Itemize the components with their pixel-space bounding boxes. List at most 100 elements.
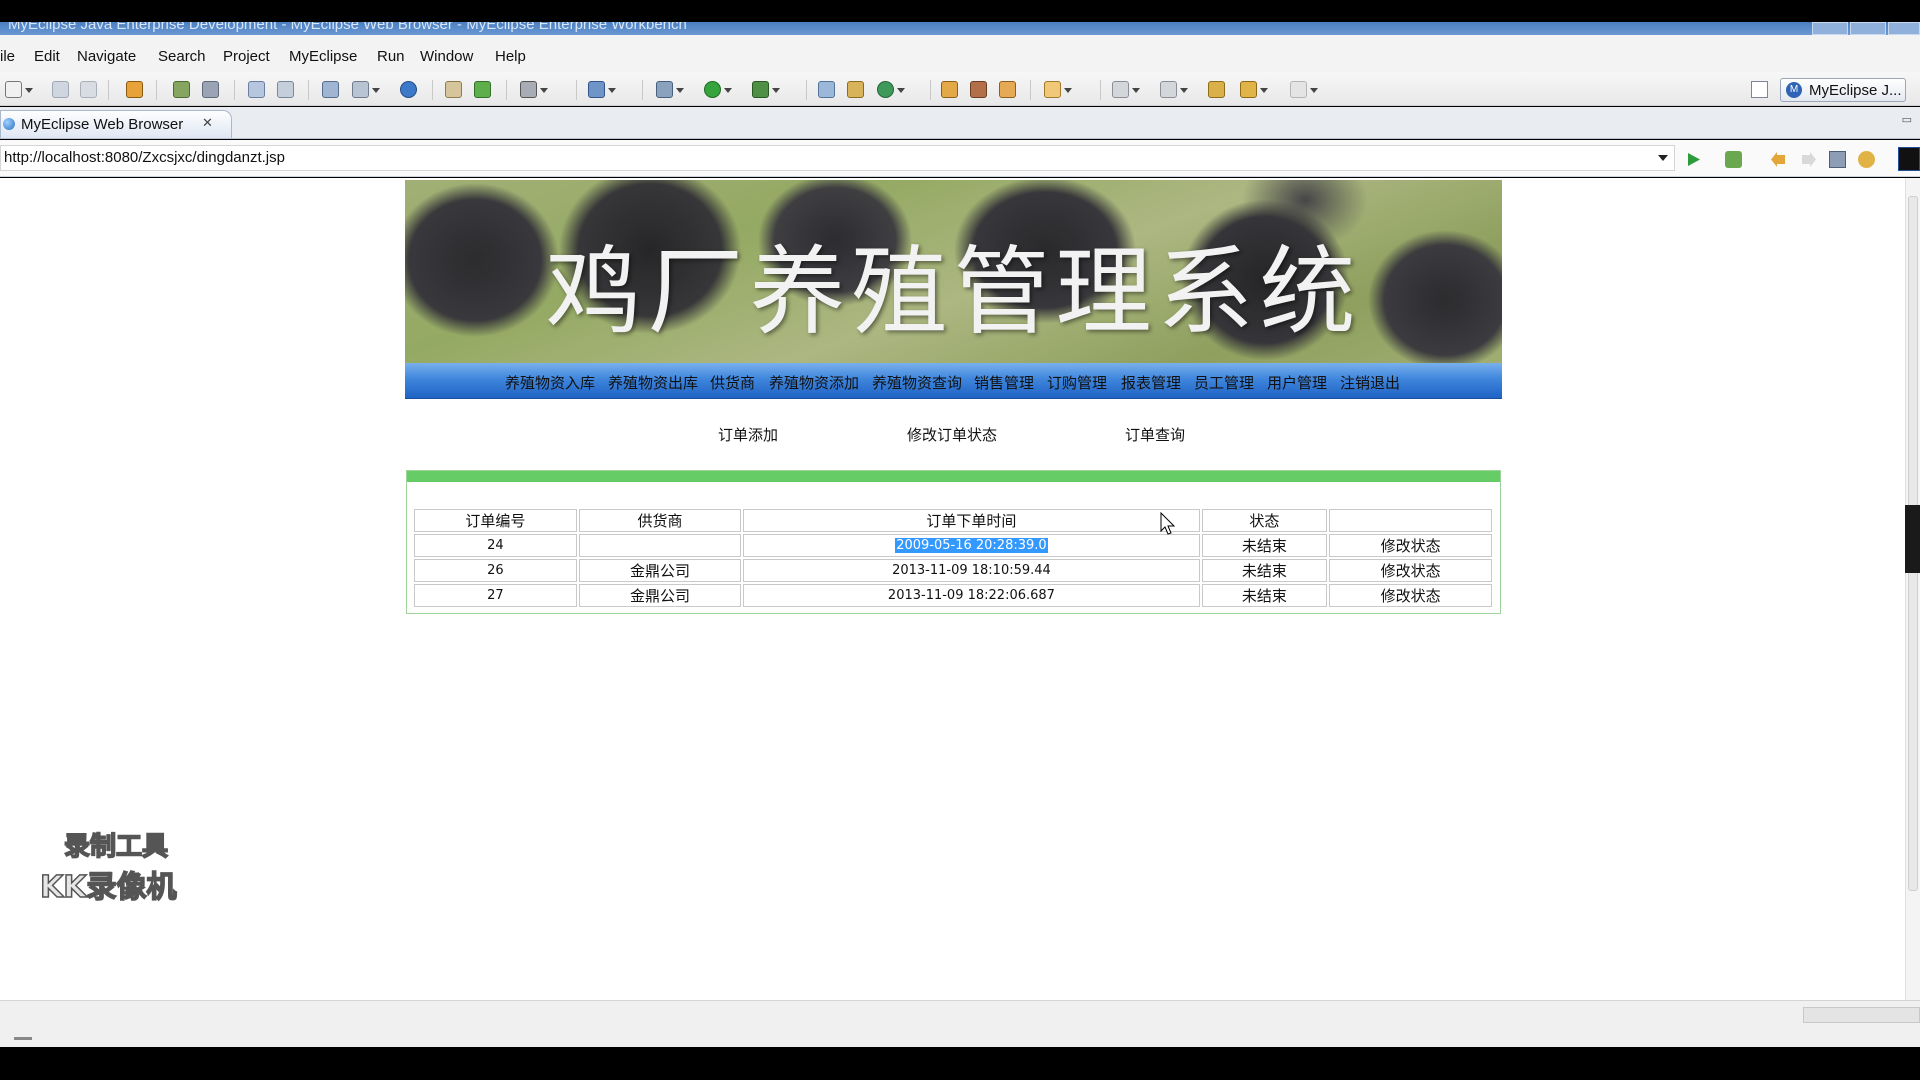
bookmark-icon[interactable] [1725,151,1742,168]
column-header-action [1329,509,1492,532]
site-title: 鸡厂养殖管理系统 [545,236,1362,348]
modify-status-link[interactable]: 修改状态 [1329,584,1492,607]
nav-orders[interactable]: 订购管理 [1047,372,1107,393]
order-time-cell: 2009-05-16 20:28:39.0 [743,534,1200,557]
close-tab-icon[interactable]: ✕ [202,115,213,131]
next-annotation-icon[interactable] [1112,81,1140,98]
menu-search[interactable]: Search [158,48,206,65]
add-server-icon[interactable] [474,81,491,98]
open-type-icon[interactable] [818,81,835,98]
back-arrow-icon[interactable] [1770,151,1787,168]
url-input[interactable]: http://localhost:8080/Zxcsjxc/dingdanzt.… [0,145,1675,171]
nav-logout[interactable]: 注销退出 [1340,372,1400,393]
order-id: 24 [414,534,577,557]
perspective-label: MyEclipse J... [1809,82,1902,99]
nav-supplies-add[interactable]: 养殖物资添加 [769,372,859,393]
column-header-supplier: 供货商 [578,509,742,532]
nav-employees[interactable]: 员工管理 [1194,372,1254,393]
new-class-icon[interactable] [588,81,616,98]
browser-viewport: 鸡厂养殖管理系统 养殖物资入库 养殖物资出库 供货商 养殖物资添加 养殖物资查询… [0,178,1905,1000]
side-panel-handle[interactable] [1905,505,1920,573]
refresh-icon[interactable] [877,81,905,98]
save-icon[interactable] [52,81,69,98]
menu-help[interactable]: Help [495,48,526,65]
back-icon[interactable] [1240,81,1268,98]
order-supplier: 金鼎公司 [578,559,742,582]
menu-myeclipse[interactable]: MyEclipse [289,48,357,65]
debug-icon[interactable] [656,81,684,98]
url-history-dropdown-icon[interactable] [1658,155,1668,161]
menu-edit[interactable]: Edit [34,48,60,65]
open-perspective-icon[interactable] [1751,81,1768,98]
link-add-order[interactable]: 订单添加 [718,424,778,445]
folder-icon[interactable] [445,81,462,98]
watermark-line-2: KK录像机 [39,869,177,906]
perspective-switcher[interactable]: M MyEclipse J... [1780,78,1906,102]
previous-annotation-icon[interactable] [1160,81,1188,98]
order-time: 2013-11-09 18:22:06.687 [743,584,1200,607]
maximize-window-button[interactable] [1850,22,1886,35]
view-minimize-controls[interactable]: ▭ [1902,113,1912,126]
server-icon[interactable] [202,81,219,98]
last-edit-icon[interactable] [1208,81,1225,98]
minimize-icon[interactable]: ▭ [1902,113,1912,126]
ejb-icon[interactable] [352,81,380,98]
toolbar-separator [108,80,109,100]
image-icon[interactable] [520,81,548,98]
open-task-icon[interactable] [847,81,864,98]
nav-supplies-query[interactable]: 养殖物资查询 [872,372,962,393]
menu-window[interactable]: Window [420,48,473,65]
link-modify-order-status[interactable]: 修改订单状态 [907,424,997,445]
toolbar-separator [806,80,807,100]
go-icon[interactable] [1685,151,1702,168]
package-icon[interactable] [126,81,143,98]
watermark-line-1: 录制工具 [63,831,169,863]
window-title-bar: MyEclipse Java Enterprise Development - … [0,22,1920,35]
horizontal-scrollbar[interactable] [1803,1007,1920,1023]
nav-sales[interactable]: 销售管理 [974,372,1034,393]
link-order-query[interactable]: 订单查询 [1125,424,1185,445]
forward-arrow-icon[interactable] [1800,151,1817,168]
refresh-page-icon[interactable] [1858,151,1875,168]
orders-panel: 订单编号 供货商 订单下单时间 状态 24 2009-05-16 20:28:3… [406,470,1501,614]
nav-reports[interactable]: 报表管理 [1121,372,1181,393]
menu-navigate[interactable]: Navigate [77,48,136,65]
column-header-status: 状态 [1201,509,1328,532]
toolbar-separator [1100,80,1101,100]
main-toolbar: M MyEclipse J... [0,72,1920,106]
run-icon[interactable] [704,81,732,98]
site-banner: 鸡厂养殖管理系统 [405,180,1502,363]
browser-extra-button[interactable] [1898,147,1920,171]
nav-supplies-inbound[interactable]: 养殖物资入库 [505,372,595,393]
external-tools-icon[interactable] [752,81,780,98]
stop-icon[interactable] [1829,151,1846,168]
tab-myeclipse-web-browser[interactable]: MyEclipse Web Browser ✕ [0,110,232,138]
task-icon[interactable] [1044,81,1072,98]
minimize-window-button[interactable] [1812,22,1848,35]
nav-supplies-outbound[interactable]: 养殖物资出库 [608,372,698,393]
bug-icon[interactable] [173,81,190,98]
nav-suppliers[interactable]: 供货商 [710,372,755,393]
deploy-icon[interactable] [248,81,265,98]
nav-users[interactable]: 用户管理 [1267,372,1327,393]
orders-table: 订单编号 供货商 订单下单时间 状态 24 2009-05-16 20:28:3… [412,507,1494,609]
close-window-button[interactable] [1888,22,1920,35]
pencil-icon[interactable] [970,81,987,98]
undeploy-icon[interactable] [277,81,294,98]
globe-icon[interactable] [400,81,417,98]
forward-icon[interactable] [1290,81,1318,98]
open-folder-icon[interactable] [941,81,958,98]
menu-run[interactable]: Run [377,48,405,65]
modify-status-link[interactable]: 修改状态 [1329,559,1492,582]
column-header-order-id: 订单编号 [414,509,577,532]
toolbar-separator [1030,80,1031,100]
menu-project[interactable]: Project [223,48,270,65]
menu-file[interactable]: ile [0,48,15,65]
new-file-icon[interactable] [5,81,33,98]
search-folder-icon[interactable] [999,81,1016,98]
modify-status-link[interactable]: 修改状态 [1329,534,1492,557]
hierarchy-icon[interactable] [322,81,339,98]
order-time-selected: 2009-05-16 20:28:39.0 [895,538,1048,553]
vertical-scrollbar[interactable] [1905,178,1920,1000]
save-all-icon[interactable] [80,81,97,98]
